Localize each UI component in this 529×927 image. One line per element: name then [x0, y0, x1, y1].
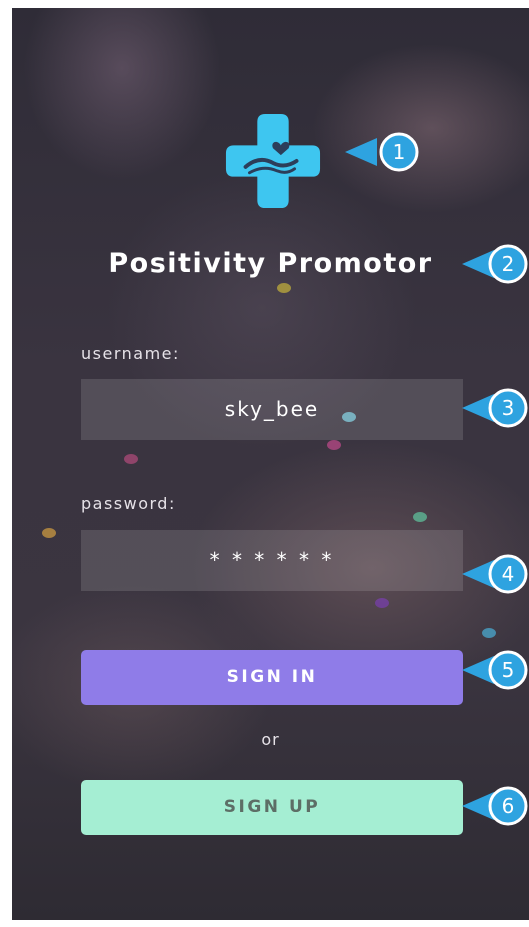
annotation-number: 3: [502, 396, 515, 420]
login-screen: Positivity Promotor username: sky_bee pa…: [12, 8, 529, 920]
background-confetti: [327, 440, 341, 450]
background-confetti: [413, 512, 427, 522]
annotation-number: 4: [502, 562, 515, 586]
password-field[interactable]: * * * * * *: [81, 530, 463, 591]
annotation-number: 6: [502, 794, 515, 818]
annotation-callout-6: 6: [462, 786, 528, 826]
background-confetti: [482, 628, 496, 638]
background-confetti: [124, 454, 138, 464]
annotation-callout-4: 4: [462, 554, 528, 594]
annotation-number: 1: [393, 140, 406, 164]
or-separator: or: [261, 730, 280, 749]
annotation-callout-5: 5: [462, 650, 528, 690]
sign-in-button[interactable]: SIGN IN: [81, 650, 463, 705]
annotation-callout-3: 3: [462, 388, 528, 428]
app-title: Positivity Promotor: [108, 248, 433, 279]
annotation-number: 5: [502, 658, 515, 682]
plus-with-hands-heart-icon: [225, 113, 321, 209]
background-confetti: [375, 598, 389, 608]
annotation-number: 2: [502, 252, 515, 276]
password-label: password:: [81, 494, 176, 513]
annotation-callout-1: 1: [345, 132, 419, 172]
background-confetti: [277, 283, 291, 293]
sign-up-button[interactable]: SIGN UP: [81, 780, 463, 835]
annotation-callout-2: 2: [462, 244, 528, 284]
username-label: username:: [81, 344, 180, 363]
username-field[interactable]: sky_bee: [81, 379, 463, 440]
background-confetti: [42, 528, 56, 538]
